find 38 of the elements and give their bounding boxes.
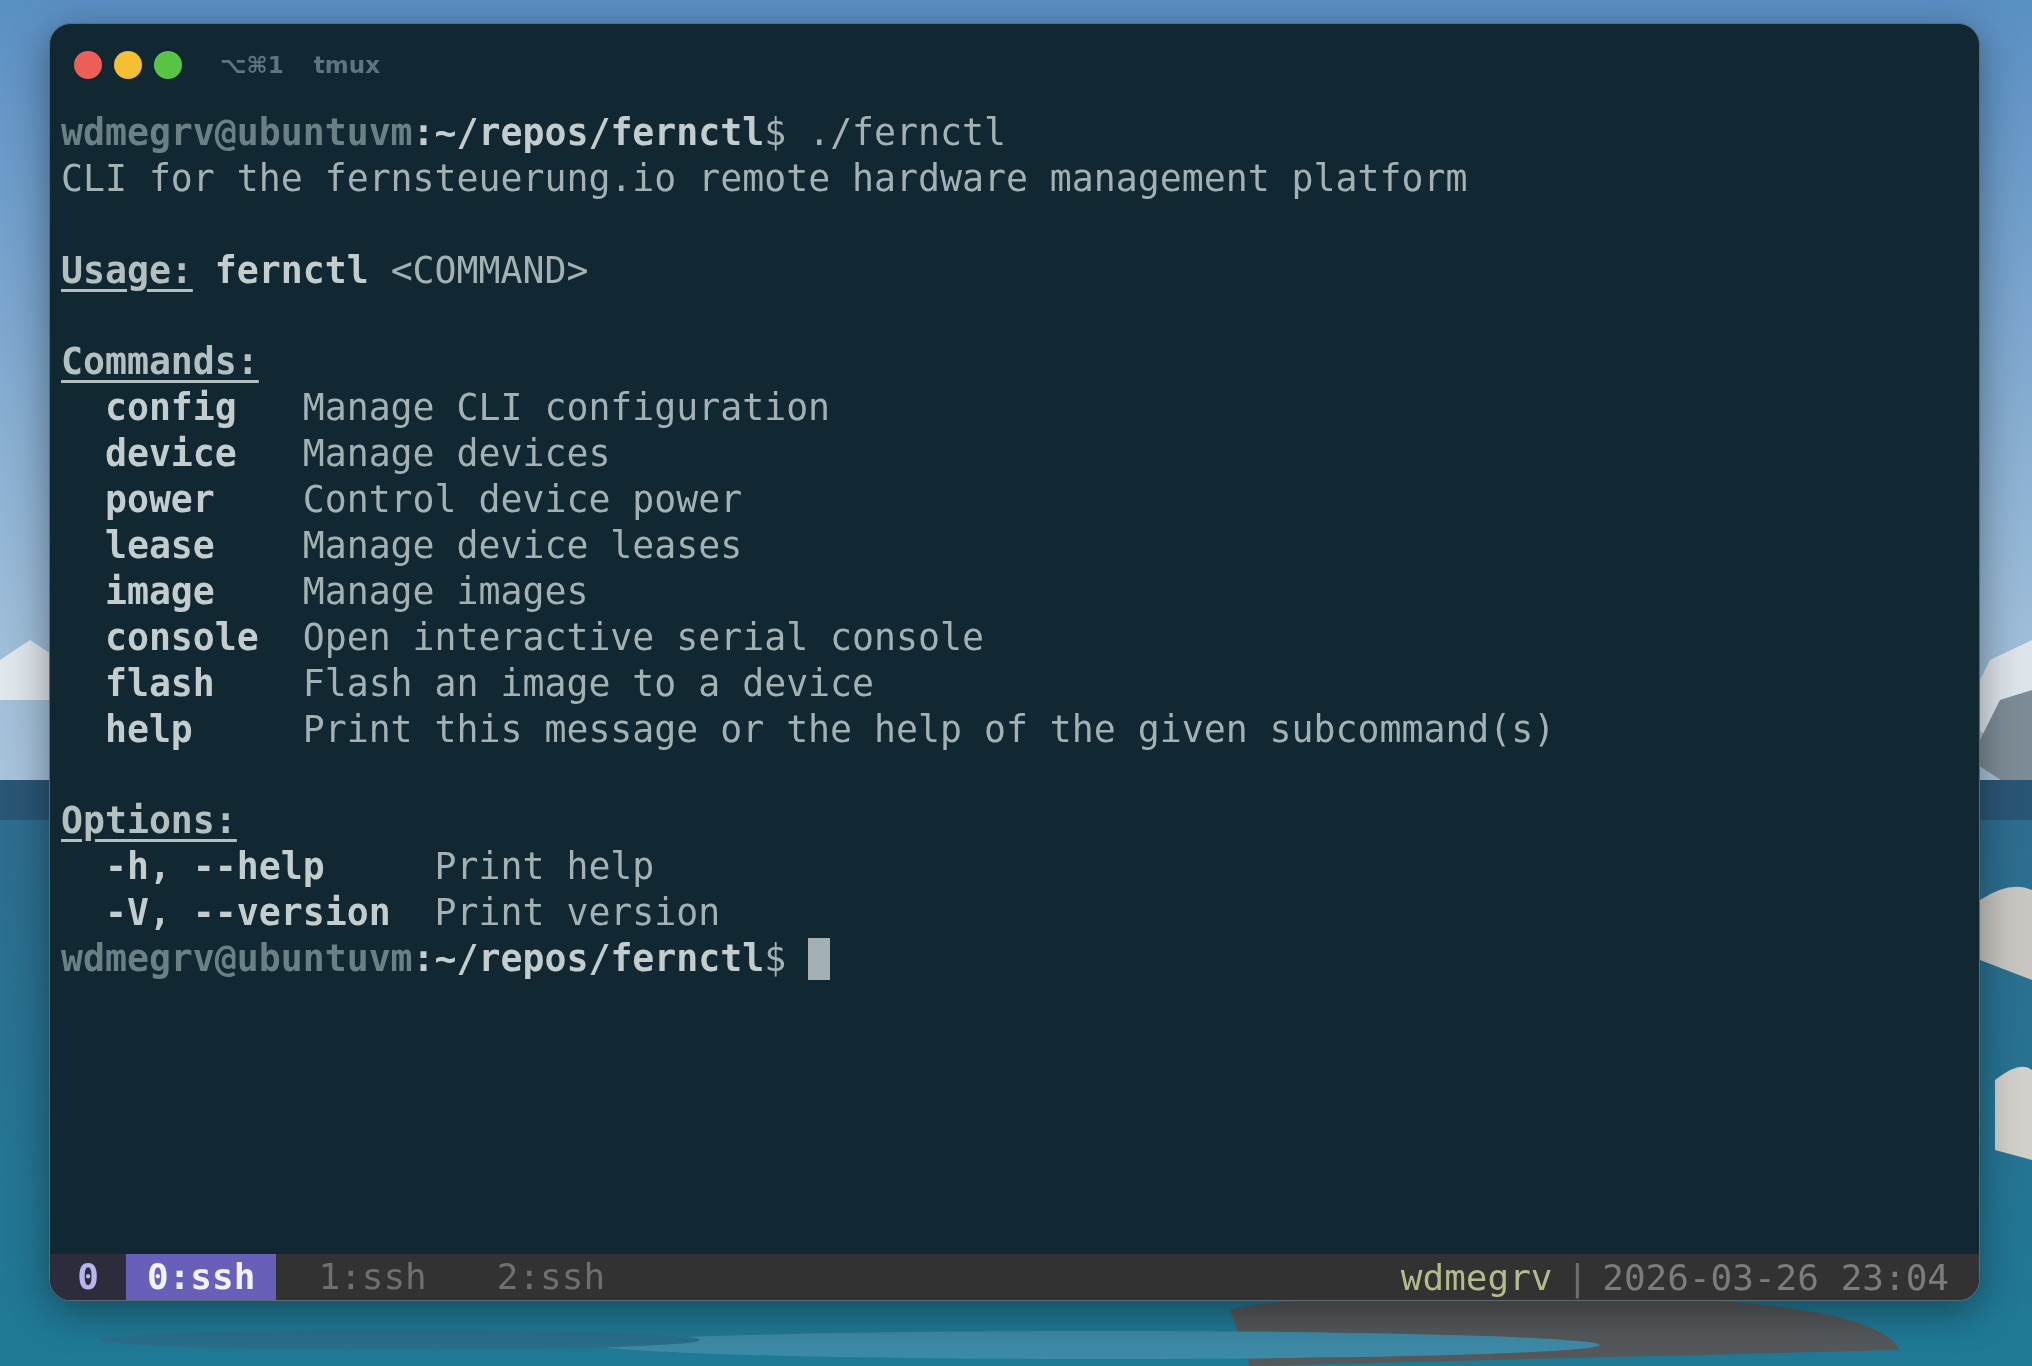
zoom-button[interactable] (154, 51, 182, 79)
shortcut-label: ⌥⌘1 (220, 52, 284, 78)
prompt-line: wdmegrv@ubuntuvm:~/repos/fernctl$ (61, 936, 787, 982)
usage-line: Usage: fernctl <COMMAND> (61, 247, 589, 294)
command-description: Manage CLI configuration (302, 385, 831, 432)
command-name: flash (104, 660, 216, 707)
output-text: CLI for the fernsteuerung.io remote hardware management platform (61, 155, 1468, 202)
command-name: console (104, 614, 260, 661)
command-description: Control device power (302, 477, 743, 523)
command-name: device (104, 431, 238, 478)
command-name: image (104, 568, 216, 615)
command-name: -V, --version (104, 890, 392, 937)
command-name: config (104, 385, 238, 432)
command-description: Manage images (302, 568, 589, 615)
status-clock: 2026-03-26 23:04 (1602, 1256, 1949, 1298)
command-description: Manage devices (302, 431, 611, 478)
window-tab[interactable]: 0:ssh (126, 1254, 277, 1300)
command-name: lease (104, 523, 216, 569)
minimize-button[interactable] (114, 51, 142, 79)
status-separator: | (1566, 1256, 1589, 1298)
command-name: help (104, 706, 194, 753)
status-user: wdmegrv (1400, 1256, 1553, 1298)
section-heading: Options: (61, 798, 237, 845)
command-description: Open interactive serial console (302, 614, 984, 661)
command-description: Print version (434, 890, 721, 937)
window-tab[interactable]: 1:ssh (290, 1254, 455, 1300)
command-description: Manage device leases (302, 523, 743, 569)
window-tab[interactable]: 2:ssh (468, 1254, 634, 1300)
prompt-line: wdmegrv@ubuntuvm:~/repos/fernctl$ ./fernctl (61, 110, 1006, 156)
close-button[interactable] (74, 51, 102, 79)
command-description: Print this message or the help of the given subcommand(s) (302, 706, 1556, 753)
command-description: Print help (434, 844, 655, 891)
command-name: power (104, 477, 216, 523)
command-name: -h, --help (104, 844, 326, 891)
command-description: Flash an image to a device (302, 660, 875, 707)
section-heading: Commands: (61, 339, 259, 386)
session-label: 0 (50, 1254, 126, 1300)
window-title: tmux (313, 52, 381, 78)
